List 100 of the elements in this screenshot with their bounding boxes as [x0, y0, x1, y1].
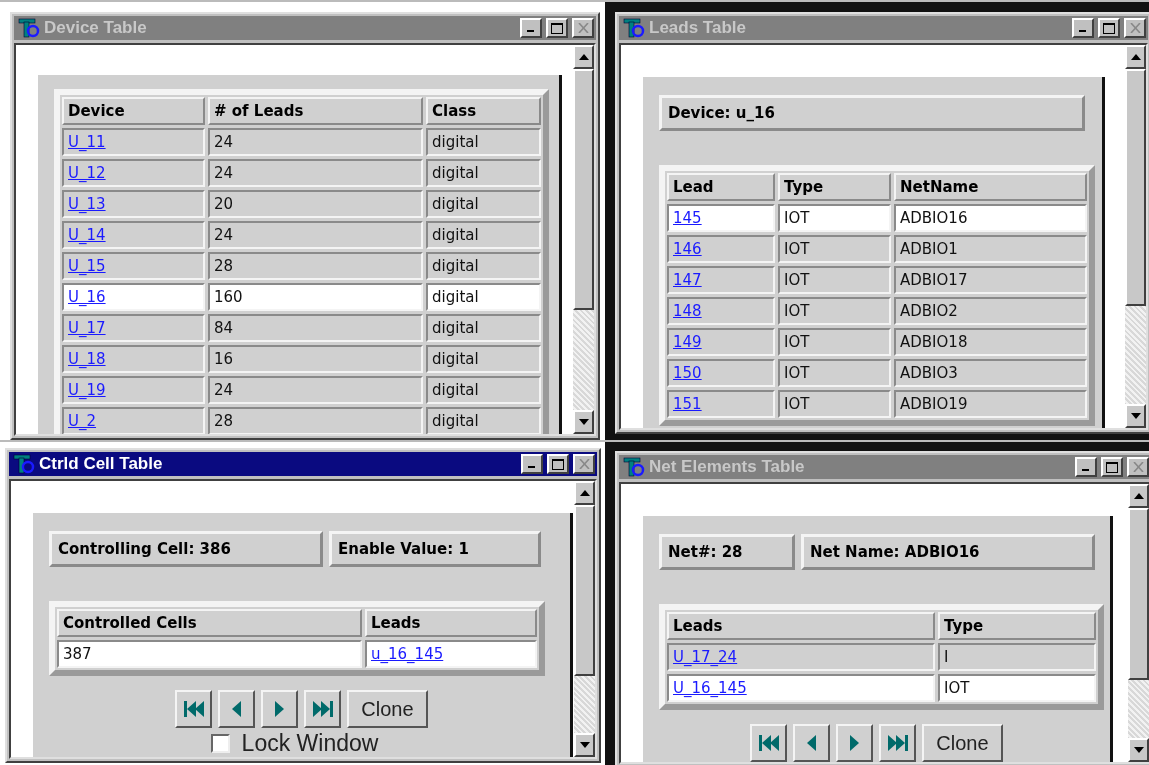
table-cell: digital [426, 407, 541, 434]
table-cell: ADBIO17 [894, 266, 1087, 294]
cell-link[interactable]: 150 [673, 364, 702, 382]
table-cell: ADBIO19 [894, 390, 1087, 418]
cell-link[interactable]: U_17 [68, 319, 106, 337]
cell-link[interactable]: 148 [673, 302, 702, 320]
lock-checkbox[interactable] [210, 733, 230, 753]
close-button[interactable] [1127, 457, 1149, 477]
app-logo-icon [623, 18, 645, 38]
maximize-icon [551, 22, 563, 34]
cell-link[interactable]: U_19 [68, 381, 106, 399]
close-icon [578, 459, 590, 469]
cell-link[interactable]: U_2 [68, 412, 97, 430]
scrollbar[interactable] [1125, 45, 1146, 428]
table-cell: IOT [778, 328, 891, 356]
down-arrow-icon [579, 742, 590, 748]
up-arrow-icon [1130, 54, 1141, 60]
column-header: Type [778, 173, 891, 201]
cell-link[interactable]: 145 [673, 209, 702, 227]
app-logo-icon [13, 454, 35, 474]
scroll-up-button[interactable] [1128, 484, 1149, 508]
next-button[interactable] [261, 690, 299, 728]
column-header: NetName [894, 173, 1087, 201]
scroll-up-button[interactable] [574, 481, 595, 505]
next-button[interactable] [836, 724, 874, 762]
cell-link[interactable]: U_14 [68, 226, 106, 244]
scrollbar[interactable] [1128, 484, 1149, 762]
scroll-down-button[interactable] [1128, 738, 1149, 762]
close-icon [1129, 23, 1141, 33]
cell-link[interactable]: u_16_145 [371, 645, 444, 663]
maximize-button[interactable] [1098, 18, 1120, 38]
close-icon [1132, 462, 1144, 472]
cell-link[interactable]: U_11 [68, 133, 106, 151]
maximize-button[interactable] [546, 18, 568, 38]
scroll-down-button[interactable] [574, 733, 595, 757]
close-button[interactable] [1124, 18, 1146, 38]
maximize-button[interactable] [547, 454, 569, 474]
table-cell: 24 [208, 376, 423, 404]
table-cell: digital [426, 314, 541, 342]
table-cell: 16 [208, 345, 423, 373]
table-cell: digital [426, 190, 541, 218]
column-header: Device [62, 97, 205, 125]
down-arrow-icon [1130, 413, 1141, 419]
table-cell: 28 [208, 252, 423, 280]
cell-link[interactable]: U_18 [68, 350, 106, 368]
scroll-down-button[interactable] [573, 410, 594, 434]
last-button[interactable] [879, 724, 917, 762]
maximize-button[interactable] [1101, 457, 1123, 477]
minimize-button[interactable] [1072, 18, 1094, 38]
cell-link[interactable]: U_12 [68, 164, 106, 182]
first-button[interactable] [750, 724, 788, 762]
window-title: Net Elements Table [649, 457, 806, 477]
clone-button[interactable]: Clone [922, 724, 1003, 762]
table-cell: ADBIO18 [894, 328, 1087, 356]
scroll-up-button[interactable] [1125, 45, 1146, 69]
close-button[interactable] [573, 454, 595, 474]
table-cell: 24 [208, 159, 423, 187]
previous-button[interactable] [218, 690, 256, 728]
scroll-down-button[interactable] [1125, 404, 1146, 428]
cell-link[interactable]: 149 [673, 333, 702, 351]
clone-button[interactable]: Clone [347, 690, 428, 728]
scrollbar[interactable] [573, 45, 594, 434]
table-cell: 24 [208, 128, 423, 156]
table-cell: IOT [778, 359, 891, 387]
scroll-up-button[interactable] [573, 45, 594, 69]
cell-link[interactable]: 146 [673, 240, 702, 258]
column-header: Lead [667, 173, 775, 201]
cell-link[interactable]: U_16 [68, 288, 106, 306]
column-header: Leads [667, 612, 935, 640]
first-button[interactable] [175, 690, 213, 728]
table-cell: I [938, 643, 1096, 671]
minimize-button[interactable] [1075, 457, 1097, 477]
info-field: Enable Value: 1 [329, 531, 541, 567]
scrollbar[interactable] [574, 481, 595, 757]
table-cell: digital [426, 345, 541, 373]
table-cell: IOT [778, 390, 891, 418]
table-cell: 84 [208, 314, 423, 342]
table-cell: 28 [208, 407, 423, 434]
last-record-icon [887, 735, 908, 751]
last-record-icon [312, 701, 333, 717]
cell-link[interactable]: 151 [673, 395, 702, 413]
cell-link[interactable]: U_16_145 [673, 679, 747, 697]
column-header: Leads [365, 609, 537, 637]
column-header: Class [426, 97, 541, 125]
close-button[interactable] [572, 18, 594, 38]
window-title: Leads Table [649, 18, 747, 38]
info-field: Net#: 28 [659, 534, 795, 570]
cell-link[interactable]: U_17_24 [673, 648, 738, 666]
app-logo-icon [18, 18, 40, 38]
checkbox-label: Lock Window [241, 730, 379, 756]
cell-link[interactable]: U_13 [68, 195, 106, 213]
cell-link[interactable]: 147 [673, 271, 702, 289]
table-cell: ADBIO3 [894, 359, 1087, 387]
cell-link[interactable]: U_15 [68, 257, 106, 275]
window-title: Ctrld Cell Table [39, 454, 164, 474]
previous-button[interactable] [793, 724, 831, 762]
minimize-button[interactable] [520, 18, 542, 38]
minimize-button[interactable] [521, 454, 543, 474]
next-icon [850, 735, 860, 751]
last-button[interactable] [304, 690, 342, 728]
